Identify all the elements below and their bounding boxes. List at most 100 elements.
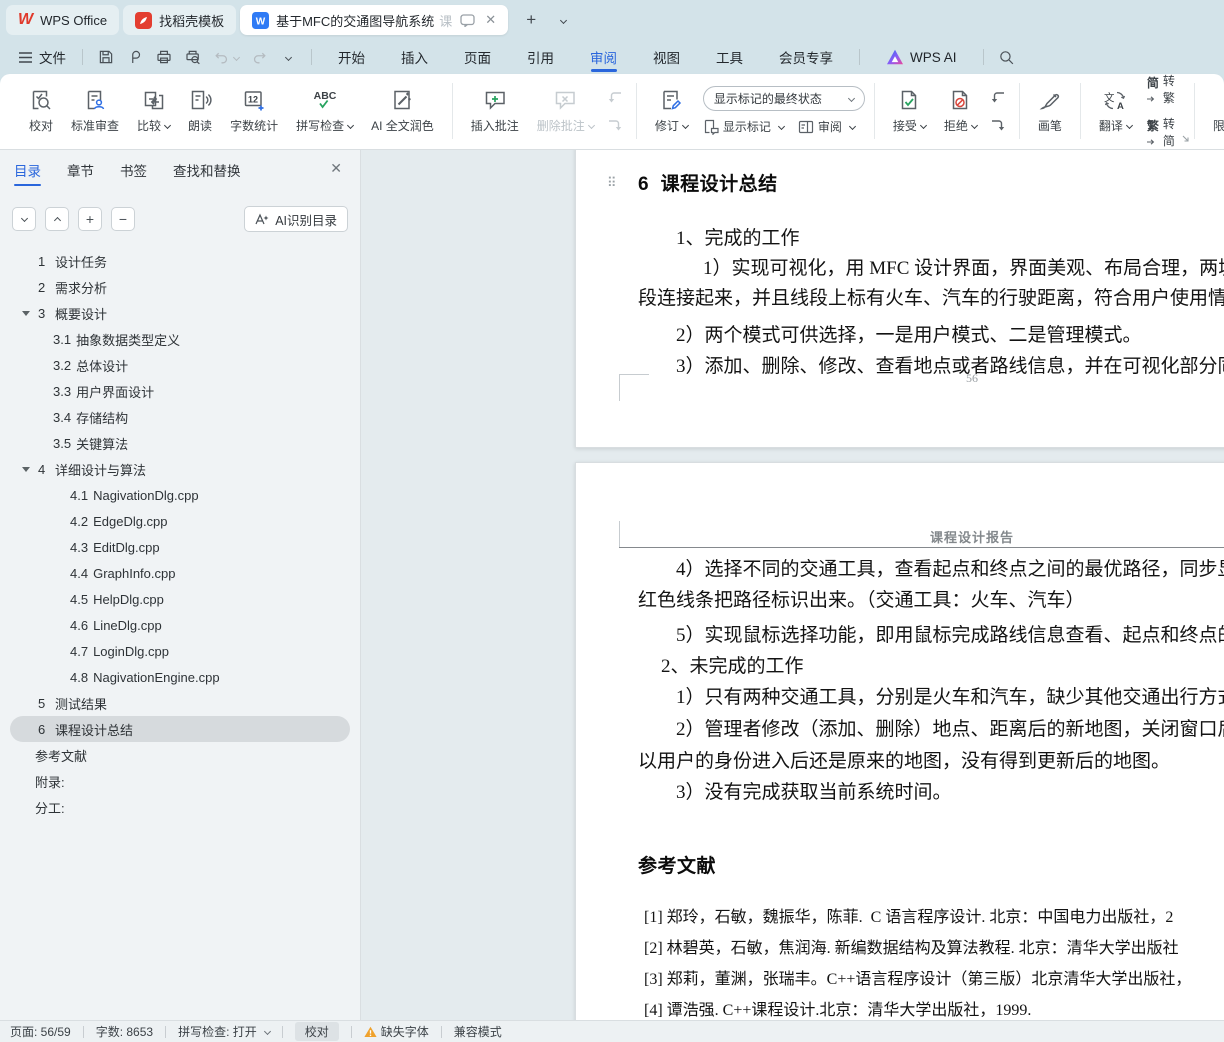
status-page-indicator[interactable]: 页面: 56/59 [10,1023,71,1040]
save-button[interactable] [93,45,118,69]
next-change-button[interactable] [988,115,1008,135]
to-simplified-button[interactable]: 繁 转简 [1146,115,1175,149]
tab-list-dropdown[interactable] [550,7,576,33]
compare-button[interactable]: 比较 [128,83,179,139]
ai-recognize-toc-button[interactable]: AI识别目录 [244,206,348,232]
toc-item[interactable]: 3.1 抽象数据类型定义 [10,326,350,352]
print-button[interactable] [151,45,176,69]
restrict-editing-button[interactable]: 限制编辑 [1204,83,1224,139]
zoom-in-toc-button[interactable]: + [78,207,102,231]
status-compat-mode[interactable]: 兼容模式 [454,1023,502,1040]
toc-item[interactable]: 1 设计任务 [10,248,350,274]
status-missing-font[interactable]: 缺失字体 [364,1023,429,1040]
tab-wps-office[interactable]: W WPS Office [6,5,120,35]
status-proofread-button[interactable]: 校对 [294,1022,339,1041]
toc-item[interactable]: 4.4 GraphInfo.cpp [10,560,350,586]
menu-tools[interactable]: 工具 [698,40,761,74]
dialog-launcher-icon[interactable] [1180,130,1189,145]
group-divider [1193,82,1195,139]
undo-button[interactable] [209,45,243,69]
expand-all-button[interactable] [45,207,69,231]
read-aloud-button[interactable]: 朗读 [179,83,221,139]
status-word-count[interactable]: 字数: 8653 [96,1023,153,1040]
insert-comment-button[interactable]: 插入批注 [462,83,528,139]
sidebar-close-icon[interactable]: ✕ [330,160,342,177]
toc-item[interactable]: 4 详细设计与算法 [10,456,350,482]
status-spell-check[interactable]: 拼写检查: 打开 [178,1023,271,1040]
document-page-56[interactable]: ⠿ 6 课程设计总结 1、完成的工作 1）实现可视化，用 MFC 设计界面，界面… [575,150,1224,448]
toc-item[interactable]: 2 需求分析 [10,274,350,300]
review-pane-button[interactable]: 审阅 [798,118,856,135]
tab-document-active[interactable]: W 基于MFC的交通图导航系统 课 ✕ [240,5,509,35]
tab-close-icon[interactable]: ✕ [485,12,496,28]
paragraph-drag-handle-icon[interactable]: ⠿ [607,175,616,191]
sidebar-tab-bookmarks[interactable]: 书签 [120,150,147,190]
translate-button[interactable]: 文A 翻译 [1090,83,1141,139]
reject-button[interactable]: 拒绝 [935,83,986,139]
proofread-button[interactable]: 校对 [20,83,62,139]
toc-item[interactable]: 4.5 HelpDlg.cpp [10,586,350,612]
quick-access-dropdown[interactable] [276,45,301,69]
toc-item[interactable]: 4.7 LoginDlg.cpp [10,638,350,664]
redo-button[interactable] [247,45,272,69]
toc-item[interactable]: 4.6 LineDlg.cpp [10,612,350,638]
toc-item[interactable]: 5 测试结果 [10,690,350,716]
collapse-triangle-icon[interactable] [22,311,30,320]
tab-docer-templates[interactable]: 找稻壳模板 [123,5,237,35]
toc-item[interactable]: 参考文献 [10,742,350,768]
accept-button[interactable]: 接受 [884,83,935,139]
previous-comment-button[interactable] [605,87,625,107]
toc-item[interactable]: 4.8 NagivationEngine.cpp [10,664,350,690]
toc-item[interactable]: 4.2 EdgeDlg.cpp [10,508,350,534]
delete-comment-button[interactable]: 删除批注 [528,83,603,139]
track-changes-button[interactable]: 修订 [646,83,697,139]
word-count-button[interactable]: 12 字数统计 [221,83,287,139]
toc-item[interactable]: 附录: [10,768,350,794]
toc-item[interactable]: 4.3 EditDlg.cpp [10,534,350,560]
toc-item[interactable]: 3.2 总体设计 [10,352,350,378]
new-tab-button[interactable]: + [518,7,544,33]
document-page-57[interactable]: 课程设计报告 4）选择不同的交通工具，查看起点和终点之间的最优路径，同步显示路径… [575,462,1224,1020]
menu-member[interactable]: 会员专享 [761,40,851,74]
menu-insert[interactable]: 插入 [383,40,446,74]
previous-change-button[interactable] [988,87,1008,107]
toc-item[interactable]: 3.3 用户界面设计 [10,378,350,404]
document-canvas[interactable]: ⠿ 6 课程设计总结 1、完成的工作 1）实现可视化，用 MFC 设计界面，界面… [361,150,1224,1020]
pen-button[interactable]: 画笔 [1029,83,1071,139]
export-pdf-button[interactable] [122,45,147,69]
toc-item[interactable]: 4.1 NagivationDlg.cpp [10,482,350,508]
menu-review[interactable]: 审阅 [572,40,635,74]
print-preview-button[interactable] [180,45,205,69]
to-traditional-button[interactable]: 简 转繁 [1146,72,1175,106]
ai-polish-button[interactable]: AI 全文润色 [362,83,443,139]
wps-ai-button[interactable]: WPS AI [868,40,975,74]
search-button[interactable] [994,45,1019,69]
menu-page[interactable]: 页面 [446,40,509,74]
sidebar-tab-toc[interactable]: 目录 [14,150,41,190]
doc-line: 2）管理者修改（添加、删除）地点、距离后的新地图，关闭窗口后没有得到 [676,719,1224,740]
section-heading: 6 课程设计总结 [638,174,778,195]
toc-item[interactable]: 分工: [10,794,350,820]
toc-item[interactable]: 3.4 存储结构 [10,404,350,430]
sidebar-tab-find-replace[interactable]: 查找和替换 [173,150,241,190]
doc-line: 1）只有两种交通工具，分别是火车和汽车，缺少其他交通出行方式。 [676,687,1224,708]
menu-home[interactable]: 开始 [320,40,383,74]
reference-item: [4] 谭浩强. C++课程设计.北京：清华大学出版社，1999. [644,1002,1032,1019]
sidebar-tab-chapters[interactable]: 章节 [67,150,94,190]
toc-item[interactable]: 6 课程设计总结 [10,716,350,742]
collapse-all-button[interactable] [12,207,36,231]
collapse-triangle-icon[interactable] [22,467,30,476]
toc-item-label: LoginDlg.cpp [93,643,169,659]
file-menu[interactable]: 文件 [10,47,74,67]
spell-check-button[interactable]: ABC 拼写检查 [287,83,362,139]
toc-item[interactable]: 3.5 关键算法 [10,430,350,456]
next-comment-button[interactable] [605,115,625,135]
menu-view[interactable]: 视图 [635,40,698,74]
divider [82,49,83,65]
standard-review-button[interactable]: 标准审查 [62,83,128,139]
show-markup-button[interactable]: 显示标记 [703,118,785,135]
zoom-out-toc-button[interactable]: − [111,207,135,231]
markup-state-select[interactable]: 显示标记的最终状态 [702,86,865,111]
menu-reference[interactable]: 引用 [509,40,572,74]
toc-item[interactable]: 3 概要设计 [10,300,350,326]
